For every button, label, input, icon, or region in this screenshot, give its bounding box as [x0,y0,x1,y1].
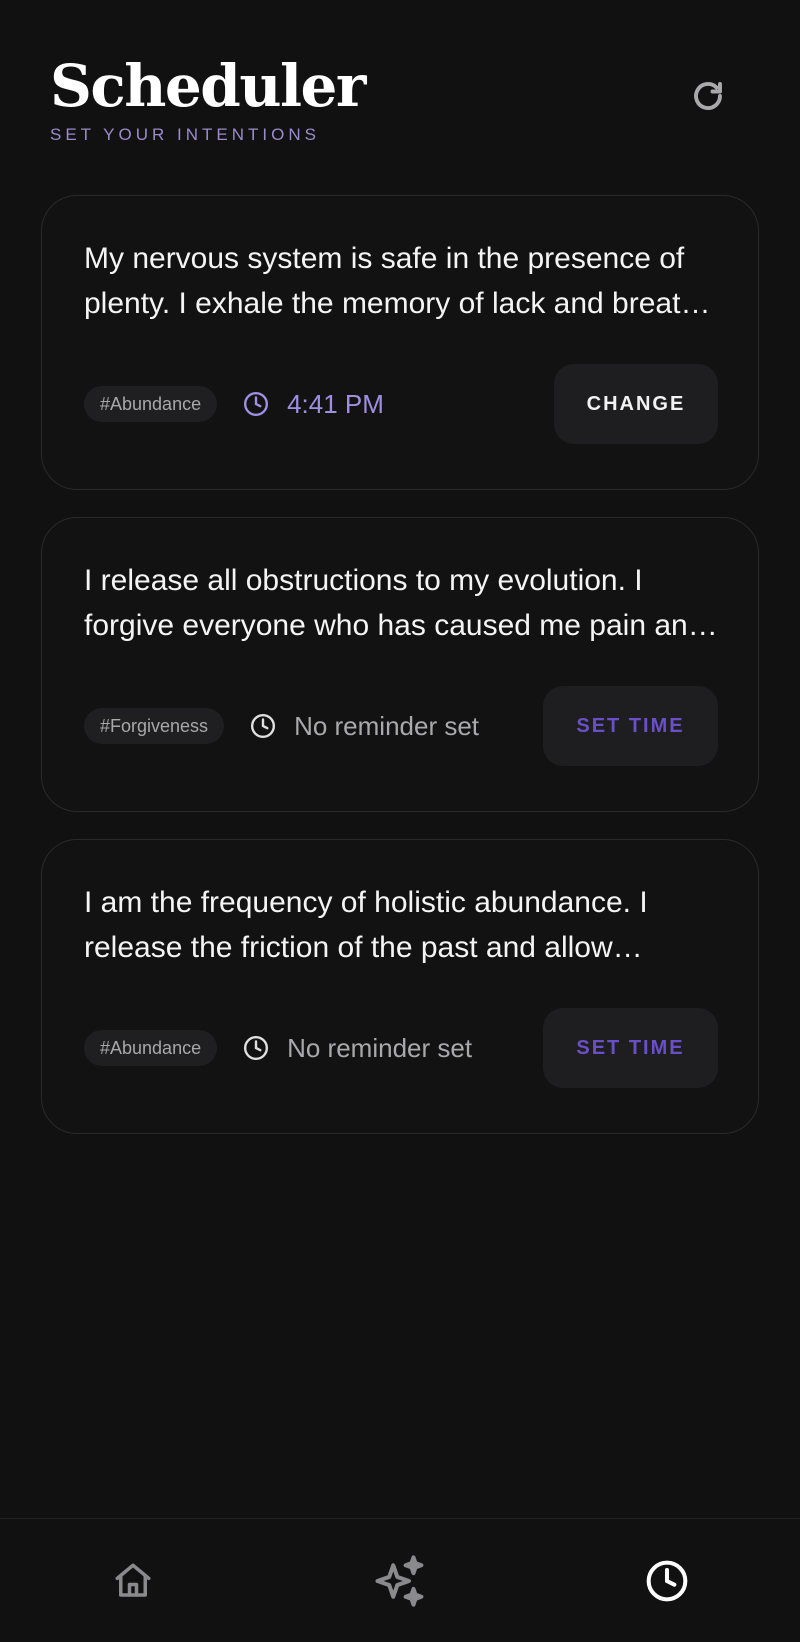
intention-text: I release all obstructions to my evoluti… [84,564,722,642]
clock-icon [250,713,276,739]
scheduler-screen: Scheduler SET YOUR INTENTIONS My nervous… [0,0,800,1642]
reminder-status: No reminder set [287,1032,473,1063]
clock-icon [243,391,269,417]
card-footer: #Forgiveness No reminder set SET TIME [84,686,718,766]
clock-icon [243,1035,269,1061]
header: Scheduler SET YOUR INTENTIONS [50,50,750,150]
intention-card: I release all obstructions to my evoluti… [41,517,759,812]
sparkles-icon [375,1554,424,1607]
clock-icon [646,1560,687,1601]
bottom-nav [0,1518,800,1642]
nav-scheduler[interactable] [627,1541,707,1621]
reminder-time: 4:41 PM [287,388,384,419]
intention-card: I am the frequency of holistic abundance… [41,839,759,1134]
change-time-button[interactable]: CHANGE [554,364,718,444]
card-footer: #Abundance 4:41 PM CHANGE [84,364,718,444]
reminder-info: 4:41 PM [243,389,554,420]
intention-list: My nervous system is safe in the presenc… [41,195,759,1161]
intention-text: I am the frequency of holistic abundance… [84,886,648,964]
nav-affirmations[interactable] [360,1541,440,1621]
page-subtitle: SET YOUR INTENTIONS [50,125,320,144]
refresh-icon [694,82,722,110]
card-footer: #Abundance No reminder set SET TIME [84,1008,718,1088]
set-time-button[interactable]: SET TIME [543,1008,718,1088]
reminder-info: No reminder set [250,711,543,742]
category-tag: #Abundance [84,386,218,422]
refresh-button[interactable] [686,74,730,118]
category-tag: #Abundance [84,1030,218,1066]
reminder-status: No reminder set [294,710,480,741]
intention-text: My nervous system is safe in the presenc… [84,242,714,320]
page-title: Scheduler [50,52,367,120]
set-time-button[interactable]: SET TIME [543,686,718,766]
nav-home[interactable] [93,1541,173,1621]
home-icon [115,1563,151,1597]
intention-card: My nervous system is safe in the presenc… [41,195,759,490]
reminder-info: No reminder set [243,1033,543,1064]
category-tag: #Forgiveness [84,708,225,744]
